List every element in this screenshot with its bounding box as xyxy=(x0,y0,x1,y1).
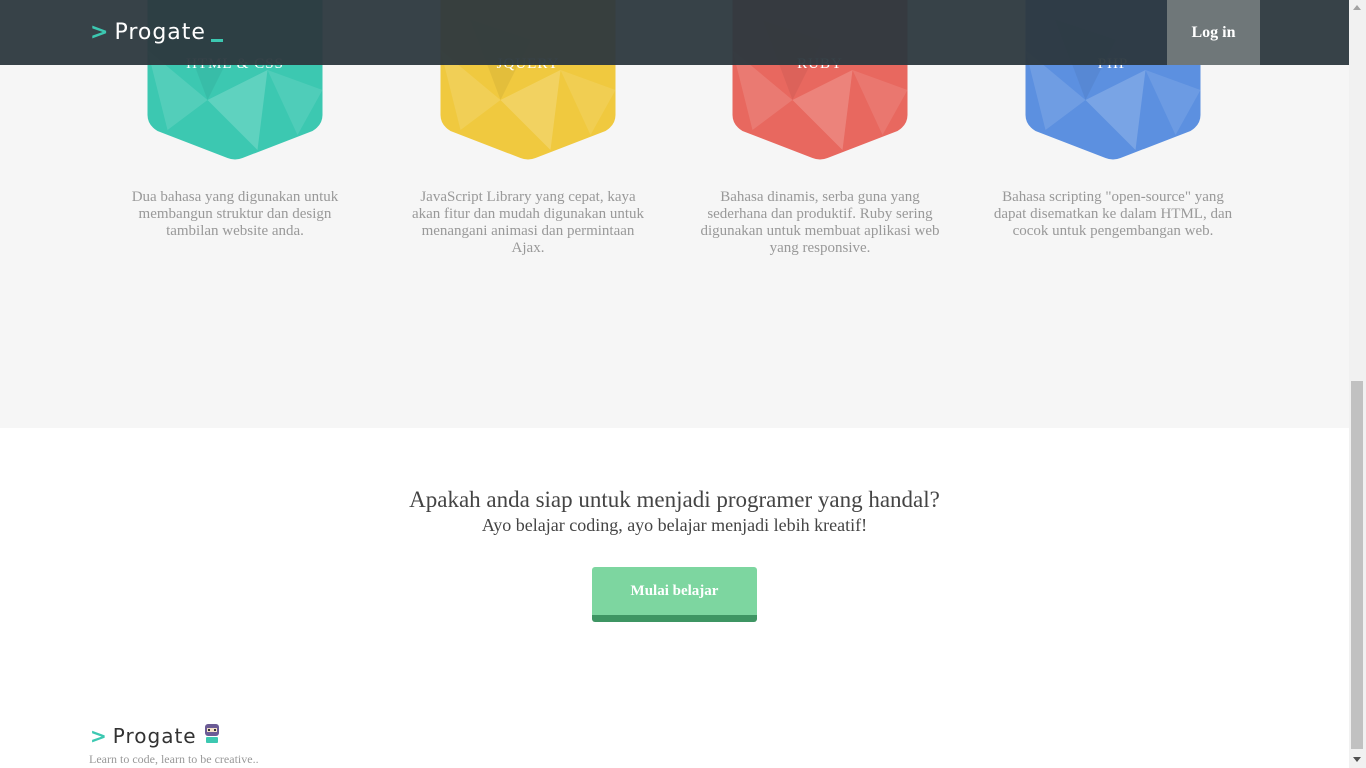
footer-tagline: Learn to code, learn to be creative.. xyxy=(89,752,259,766)
chevron-right-icon: > xyxy=(90,723,107,748)
jquery-description: JavaScript Library yang cepat, kaya akan… xyxy=(411,189,645,256)
scroll-thumb[interactable] xyxy=(1351,381,1363,749)
start-learning-button[interactable]: Mulai belajar xyxy=(592,567,757,622)
top-navbar: > Progate Log in xyxy=(0,0,1349,65)
ninja-mascot-icon xyxy=(203,722,221,749)
footer-logo[interactable]: > Progate xyxy=(90,722,221,749)
php-description: Bahasa scripting "open-source" yang dapa… xyxy=(993,189,1233,239)
html-css-description: Dua bahasa yang digunakan untuk membangu… xyxy=(131,189,339,239)
cursor-underscore-icon xyxy=(210,38,223,42)
vertical-scrollbar[interactable] xyxy=(1349,0,1366,768)
chevron-right-icon: > xyxy=(90,19,109,45)
footer-logo-text: Progate xyxy=(112,723,197,748)
scroll-up-arrow-icon[interactable] xyxy=(1353,5,1361,10)
login-button[interactable]: Log in xyxy=(1167,0,1260,65)
scroll-down-arrow-icon[interactable] xyxy=(1353,757,1361,762)
cta-subtitle: Ayo belajar coding, ayo belajar menjadi … xyxy=(481,515,868,535)
progate-logo[interactable]: > Progate xyxy=(90,17,223,47)
cta-title: Apakah anda siap untuk menjadi programer… xyxy=(409,487,940,512)
ruby-description: Bahasa dinamis, serba guna yang sederhan… xyxy=(700,189,940,256)
logo-text: Progate xyxy=(114,19,206,45)
